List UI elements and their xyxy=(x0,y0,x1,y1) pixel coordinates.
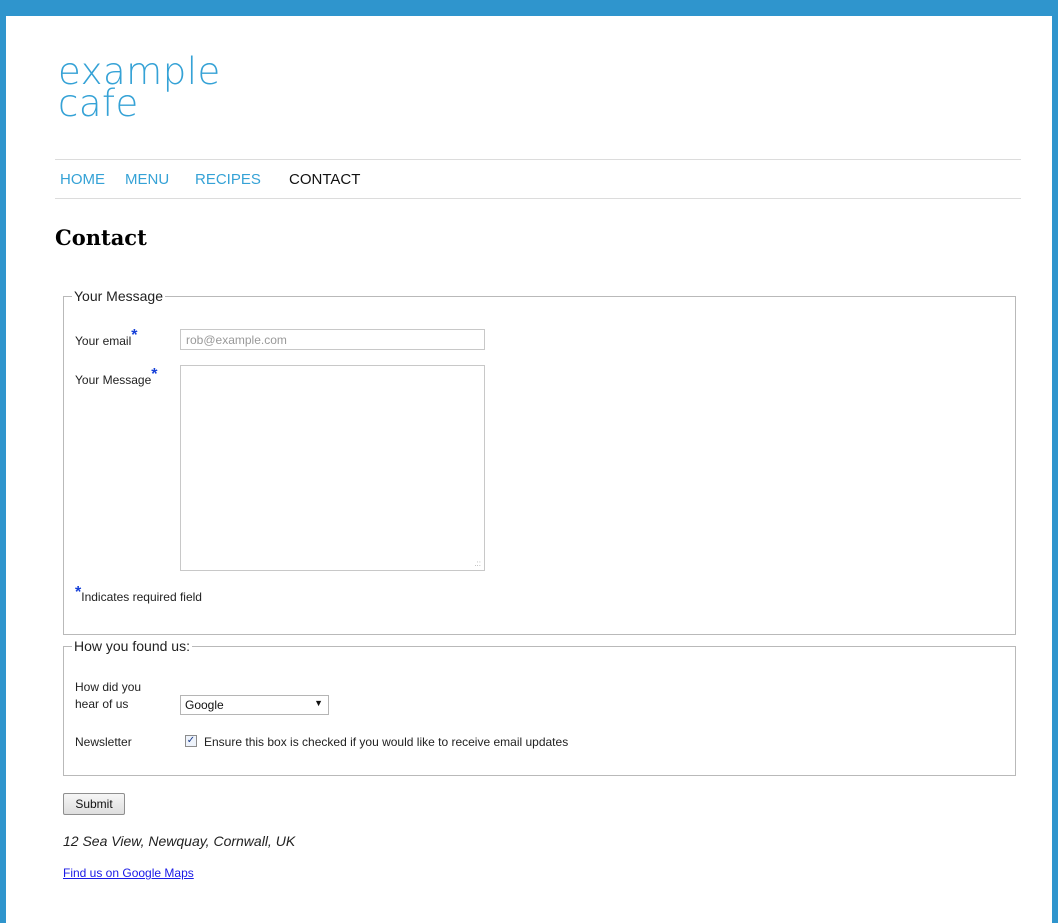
newsletter-text: Ensure this box is checked if you would … xyxy=(204,735,569,749)
message-label: Your Message* xyxy=(75,366,158,387)
how-found-legend: How you found us: xyxy=(72,638,192,654)
page-title: Contact xyxy=(55,225,147,250)
nav-item-recipes[interactable]: RECIPES xyxy=(195,171,261,188)
resize-grip-icon[interactable]: .:: xyxy=(474,560,481,568)
newsletter-label: Newsletter xyxy=(75,735,132,749)
required-star-icon: * xyxy=(75,584,82,601)
message-textarea[interactable]: .:: xyxy=(180,365,485,571)
how-found-fieldset: How you found us: How did you hear of us… xyxy=(63,638,1016,776)
newsletter-checkbox[interactable]: ✓ xyxy=(185,735,197,747)
hear-select-value: Google xyxy=(185,698,224,712)
hear-label: How did you hear of us xyxy=(75,680,142,711)
hear-select[interactable]: Google ▼ xyxy=(180,695,329,715)
submit-button[interactable]: Submit xyxy=(63,793,125,815)
site-logo[interactable]: example cafe xyxy=(58,53,221,122)
nav-item-home[interactable]: HOME xyxy=(60,171,105,188)
nav-item-menu[interactable]: MENU xyxy=(125,171,169,188)
required-star-icon: * xyxy=(131,327,138,344)
chevron-down-icon: ▼ xyxy=(314,698,323,708)
your-message-legend: Your Message xyxy=(72,288,165,304)
address-text: 12 Sea View, Newquay, Cornwall, UK xyxy=(63,833,296,849)
main-nav: HOME MENU RECIPES CONTACT xyxy=(55,159,1021,199)
email-label: Your email* xyxy=(75,327,138,348)
nav-item-contact[interactable]: CONTACT xyxy=(289,171,360,188)
google-maps-link[interactable]: Find us on Google Maps xyxy=(63,866,194,880)
email-field[interactable]: rob@example.com xyxy=(180,329,485,350)
page-frame: example cafe HOME MENU RECIPES CONTACT C… xyxy=(0,0,1058,923)
your-message-fieldset: Your Message Your email* rob@example.com… xyxy=(63,288,1016,635)
required-star-icon: * xyxy=(151,366,158,383)
required-note: *Indicates required field xyxy=(75,584,202,604)
